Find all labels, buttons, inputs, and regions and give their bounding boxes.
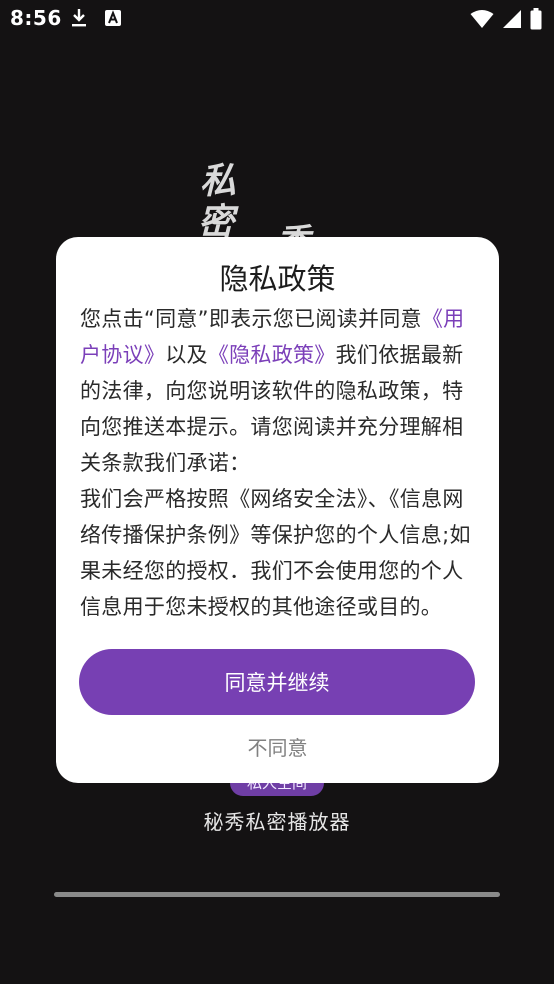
app-notification-icon xyxy=(104,9,122,31)
dialog-paragraph-2-text: 我们会严格按照《网络安全法》、《信息网络传播保护条例》等保护您的个人信息;如果未… xyxy=(80,487,471,619)
dialog-body: 您点击“同意”即表示您已阅读并同意《用户协议》以及《隐私政策》我们依据最新的法律… xyxy=(80,301,475,625)
battery-icon xyxy=(530,8,542,34)
agree-and-continue-button[interactable]: 同意并继续 xyxy=(79,649,475,715)
status-time: 8:56 xyxy=(10,6,62,30)
status-bar: 8:56 xyxy=(0,0,554,38)
download-icon xyxy=(70,8,88,32)
privacy-policy-dialog: 隐私政策 您点击“同意”即表示您已阅读并同意《用户协议》以及《隐私政策》我们依据… xyxy=(56,237,499,783)
gesture-navigation-bar[interactable] xyxy=(54,892,500,897)
dialog-title: 隐私政策 xyxy=(219,262,336,296)
screen: 8:56 私 密 私人空间 秘秀私密播放器 隐私政策 您点击“同意”即表示您已阅… xyxy=(0,0,554,984)
dialog-conjunction-text: 以及 xyxy=(165,343,208,367)
dialog-intro-text: 您点击“同意”即表示您已阅读并同意 xyxy=(80,307,422,331)
wifi-icon xyxy=(470,9,494,33)
disagree-button[interactable]: 不同意 xyxy=(56,727,499,765)
app-name: 秘秀私密播放器 xyxy=(203,810,351,834)
cellular-signal-icon xyxy=(502,9,522,33)
status-left-icons xyxy=(70,8,122,32)
privacy-policy-link[interactable]: 《隐私政策》 xyxy=(208,343,336,367)
status-right-icons xyxy=(470,8,542,34)
